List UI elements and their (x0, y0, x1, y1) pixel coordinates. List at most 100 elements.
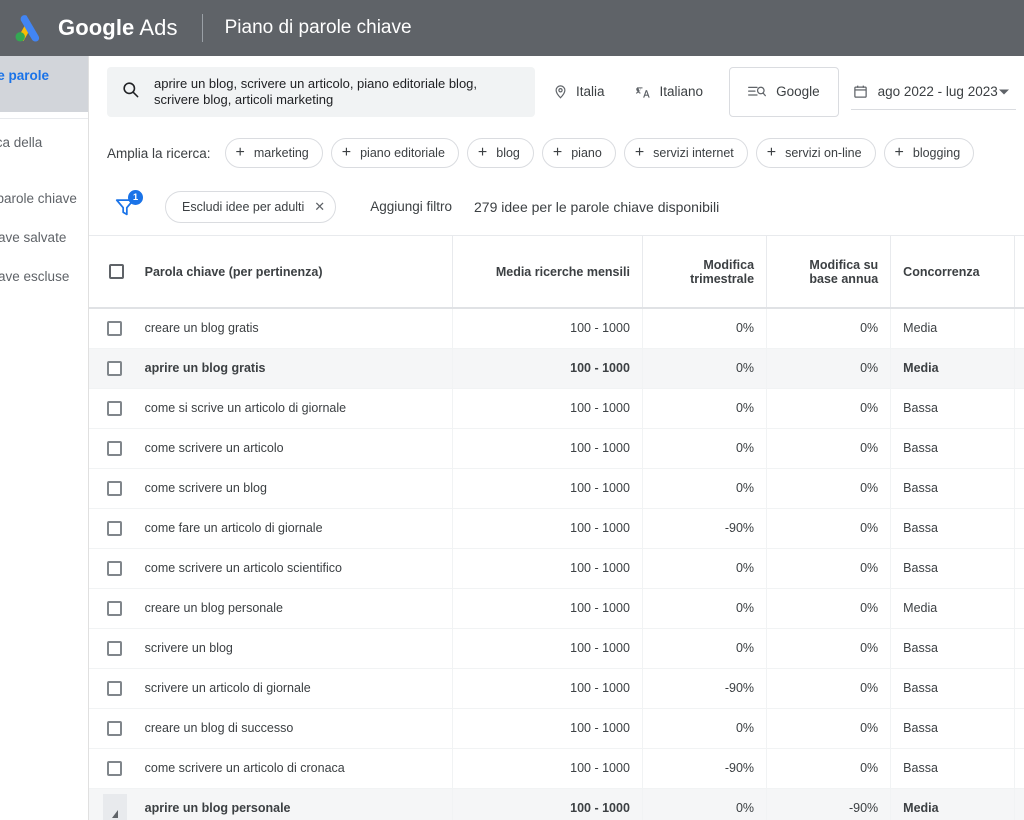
table-row[interactable]: come scrivere un articolo di cronaca 100 … (89, 748, 1024, 789)
row-checkbox[interactable] (107, 640, 122, 656)
cell-keyword: scrivere un articolo di giornale (138, 668, 453, 709)
cell-competition: Media (890, 788, 1016, 820)
row-checkbox[interactable] (107, 680, 122, 696)
cell-quarterly-change: 0% (642, 628, 768, 669)
cell-quarterly-change: 0% (642, 428, 768, 469)
column-header-keyword[interactable]: Parola chiave (per pertinenza) (138, 236, 453, 309)
table-row[interactable]: come scrivere un blog 100 - 1000 0% 0% Bassa (89, 468, 1024, 509)
cell-competition: Bassa (890, 508, 1016, 549)
plus-icon: + (341, 144, 352, 161)
cell-yearly-change: 0% (766, 548, 892, 589)
cell-avg-monthly-searches: 100 - 1000 (452, 788, 643, 820)
search-icon (121, 80, 140, 104)
expand-chip-piano[interactable]: + piano (541, 138, 616, 168)
row-checkbox[interactable] (107, 320, 122, 336)
sidebar-divider (0, 118, 88, 119)
row-checkbox[interactable] (107, 560, 122, 576)
row-drag-handle[interactable] (103, 794, 127, 820)
keyword-table-container[interactable]: Parola chiave (per pertinenza) Media ric… (89, 236, 1024, 820)
cell-competition: Media (890, 588, 1016, 629)
table-row[interactable]: scrivere un blog 100 - 1000 0% 0% Bassa (89, 628, 1024, 669)
row-checkbox[interactable] (107, 520, 122, 536)
cell-top-of-page-bid (1014, 788, 1024, 820)
table-row[interactable]: creare un blog personale 100 - 1000 0% 0% Me… (89, 588, 1024, 629)
cell-yearly-change: 0% (766, 588, 892, 629)
expand-search-row: Amplia la ricerca: + marketing + piano e… (89, 128, 1024, 178)
expand-chip-marketing[interactable]: + marketing (224, 138, 323, 168)
expand-chip-servizi-internet[interactable]: + servizi internet (623, 138, 748, 168)
table-row[interactable]: come scrivere un articolo 100 - 1000 0% 0% B… (89, 428, 1024, 469)
expand-chip-servizi-on-line[interactable]: + servizi on-line (755, 138, 876, 168)
cell-avg-monthly-searches: 100 - 1000 (452, 348, 643, 389)
expand-chip-label: servizi on-line (785, 146, 862, 160)
filter-toolbar: 1 Escludi idee per adulti ✕ Aggiungi fil… (89, 178, 1024, 236)
table-row[interactable]: aprire un blog gratis 100 - 1000 0% 0% Media (89, 348, 1024, 389)
row-checkbox[interactable] (107, 720, 122, 736)
table-row[interactable]: come scrivere un articolo scientifico 100… (89, 548, 1024, 589)
row-checkbox[interactable] (107, 440, 122, 456)
triangle-icon (112, 810, 118, 818)
cell-quarterly-change: 0% (642, 348, 768, 389)
expand-chip-label: servizi internet (653, 146, 734, 160)
cell-top-of-page-bid (1014, 708, 1024, 749)
calendar-icon (853, 84, 868, 99)
network-selector[interactable]: Google (729, 66, 839, 117)
cell-yearly-change: 0% (766, 508, 892, 549)
close-icon[interactable]: ✕ (314, 200, 325, 213)
expand-chip-blog[interactable]: + blog (466, 138, 534, 168)
add-filter-button[interactable]: Aggiungi filtro (370, 199, 452, 214)
table-row[interactable]: creare un blog gratis 100 - 1000 0% 0% Media (89, 308, 1024, 349)
cell-top-of-page-bid (1014, 628, 1024, 669)
expand-chip-blogging[interactable]: + blogging (883, 138, 975, 168)
sidebar-item-negative-keywords[interactable]: Parole chiave escluse (0, 257, 88, 296)
search-toolbar: aprire un blog, scrivere un articolo, pi… (89, 56, 1024, 128)
location-selector[interactable]: Italia (541, 72, 617, 112)
chevron-down-icon[interactable] (998, 84, 1010, 99)
select-all-checkbox[interactable] (109, 264, 125, 280)
search-input[interactable]: aprire un blog, scrivere un articolo, pi… (107, 66, 535, 117)
column-header-yearly-change[interactable]: Modifica su base annua (766, 236, 892, 309)
row-checkbox[interactable] (107, 760, 122, 776)
table-row[interactable]: come si scrive un articolo di giornale 10… (89, 388, 1024, 429)
column-header-avg-monthly-searches[interactable]: Media ricerche mensili (452, 236, 643, 309)
row-checkbox[interactable] (107, 360, 122, 376)
column-header-top-of-page-bid[interactable]: Offerta s p (1014, 236, 1024, 309)
cell-top-of-page-bid (1014, 748, 1024, 789)
sidebar-item-saved-keywords[interactable]: Parole chiave salvate (0, 218, 88, 257)
table-row[interactable]: scrivere un articolo di giornale 100 - 10… (89, 668, 1024, 709)
cell-competition: Bassa (890, 748, 1016, 789)
table-row[interactable]: creare un blog di successo 100 - 1000 0% 0%… (89, 708, 1024, 749)
active-filter-chip[interactable]: Escludi idee per adulti ✕ (165, 190, 337, 223)
table-row[interactable]: aprire un blog personale 100 - 1000 0% -90%… (89, 788, 1024, 820)
translate-icon (635, 84, 652, 100)
plus-icon: + (235, 144, 245, 161)
cell-avg-monthly-searches: 100 - 1000 (452, 388, 643, 429)
row-select-cell (89, 508, 139, 549)
plus-icon: + (894, 144, 904, 161)
language-selector[interactable]: Italiano (623, 72, 716, 112)
row-select-cell (89, 388, 139, 429)
cell-keyword: come scrivere un articolo di cronaca (138, 748, 453, 789)
row-select-cell (89, 668, 139, 709)
date-range-selector[interactable]: ago 2022 - lug 2023 (850, 74, 1016, 110)
table-row[interactable]: come fare un articolo di giornale 100 - 1… (89, 508, 1024, 549)
cell-keyword: come scrivere un articolo scientifico (138, 548, 453, 589)
sidebar-item-keyword-groups[interactable]: Gruppi di parole chiave (0, 179, 88, 218)
cell-top-of-page-bid (1014, 388, 1024, 429)
sidebar-item-label: Idee per le parole chiave (0, 68, 50, 83)
row-checkbox[interactable] (107, 600, 122, 616)
cell-quarterly-change: 0% (642, 468, 768, 509)
column-header-competition[interactable]: Concorrenza (890, 236, 1016, 309)
sidebar-item-keyword-ideas[interactable]: Idee per le parole chiave (0, 56, 88, 112)
ideas-count-text: 279 idee per le parole chiave disponibil… (474, 198, 720, 215)
expand-chip-piano-editoriale[interactable]: + piano editoriale (330, 138, 459, 168)
cell-top-of-page-bid (1014, 668, 1024, 709)
sidebar-item-forecast-overview[interactable]: Panoramica della previsione (0, 123, 88, 179)
cell-top-of-page-bid (1014, 508, 1024, 549)
column-header-quarterly-change[interactable]: Modifica trimestrale (642, 236, 768, 309)
sidebar-item-label: Parole chiave escluse (0, 269, 70, 284)
row-select-cell (89, 468, 139, 509)
filter-funnel-icon[interactable]: 1 (107, 189, 143, 225)
row-checkbox[interactable] (107, 480, 122, 496)
row-checkbox[interactable] (107, 400, 122, 416)
